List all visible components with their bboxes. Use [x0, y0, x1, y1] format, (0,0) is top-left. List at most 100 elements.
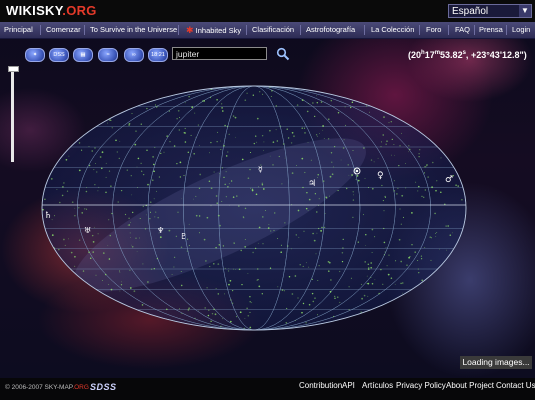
- star: [262, 216, 264, 218]
- star: [256, 117, 259, 120]
- star: [247, 177, 250, 179]
- star: [303, 230, 305, 232]
- star: [181, 198, 183, 200]
- footer-link-articulos[interactable]: Artículos: [362, 381, 393, 390]
- star: [252, 94, 254, 96]
- footer-link-privacy[interactable]: Privacy Policy: [396, 381, 446, 390]
- star: [315, 95, 317, 97]
- star: [68, 155, 70, 157]
- star: [331, 161, 333, 163]
- star: [391, 138, 393, 141]
- star: [307, 210, 309, 211]
- star: [154, 216, 156, 218]
- star: [109, 234, 112, 237]
- star: [153, 170, 155, 173]
- star: [421, 195, 423, 197]
- star: [366, 283, 368, 285]
- star: [107, 245, 109, 246]
- uranus-icon[interactable]: ♅: [84, 226, 91, 235]
- star: [187, 238, 189, 240]
- sdss-logo[interactable]: SDSS: [90, 382, 117, 392]
- star: [208, 309, 210, 311]
- mars-icon[interactable]: ♂: [445, 175, 453, 185]
- star: [84, 208, 86, 210]
- copyright-text: © 2006-2007 SKY-MAP.ORG: [5, 384, 89, 391]
- star: [343, 139, 345, 141]
- venus-icon[interactable]: ♀: [377, 171, 384, 181]
- star: [225, 196, 227, 198]
- star: [417, 268, 419, 270]
- star: [173, 256, 176, 258]
- star: [291, 131, 294, 134]
- star: [186, 250, 188, 252]
- star: [251, 302, 253, 304]
- star: [224, 124, 226, 127]
- star: [366, 275, 368, 277]
- star: [209, 265, 211, 268]
- star: [278, 155, 280, 158]
- star: [86, 208, 88, 210]
- star: [180, 284, 183, 287]
- star: [281, 183, 283, 185]
- star: [302, 302, 305, 305]
- star: [312, 232, 314, 235]
- star: [320, 230, 322, 232]
- star: [342, 238, 344, 240]
- footer-link-api[interactable]: API: [342, 381, 355, 390]
- star: [302, 186, 304, 189]
- star: [104, 273, 107, 276]
- star: [371, 228, 374, 231]
- sky-map[interactable]: ♀ ♂ ♃ ☿ ♄ ♅ ♆ ♇: [0, 0, 535, 400]
- saturn-icon[interactable]: ♄: [44, 211, 52, 221]
- star: [440, 157, 442, 159]
- star: [380, 141, 383, 143]
- star: [427, 176, 429, 178]
- star: [232, 115, 235, 117]
- star: [235, 136, 236, 138]
- star: [386, 140, 388, 142]
- star: [181, 312, 183, 314]
- star: [286, 307, 288, 309]
- star: [198, 215, 201, 217]
- star: [331, 173, 334, 176]
- jupiter-icon[interactable]: ♃: [308, 179, 316, 189]
- star: [345, 124, 347, 126]
- star: [281, 289, 284, 291]
- star: [195, 137, 196, 138]
- star: [128, 124, 130, 126]
- star: [445, 225, 447, 227]
- star: [360, 311, 362, 313]
- star: [401, 194, 404, 197]
- star: [328, 261, 331, 264]
- neptune-icon[interactable]: ♆: [157, 226, 164, 235]
- star: [327, 138, 330, 140]
- star: [135, 130, 137, 132]
- star: [308, 198, 311, 201]
- star: [63, 238, 65, 241]
- star: [399, 145, 401, 147]
- star: [91, 234, 94, 237]
- star: [374, 279, 376, 281]
- footer-link-contact[interactable]: Contact Us: [496, 381, 535, 390]
- star: [98, 186, 100, 188]
- star: [216, 141, 218, 143]
- star: [368, 266, 370, 268]
- star: [222, 318, 224, 320]
- star: [418, 156, 420, 158]
- pluto-icon[interactable]: ♇: [180, 232, 187, 241]
- star: [230, 299, 232, 301]
- star: [129, 221, 131, 223]
- star: [299, 264, 301, 266]
- footer-link-about[interactable]: About Project: [446, 381, 494, 390]
- star: [198, 232, 201, 234]
- star: [301, 127, 303, 129]
- mercury-icon[interactable]: ☿: [258, 165, 263, 174]
- footer-link-contribution[interactable]: Contribution: [299, 381, 342, 390]
- star: [246, 92, 248, 94]
- star: [184, 141, 187, 143]
- star: [348, 174, 350, 176]
- star: [155, 211, 157, 213]
- star: [350, 277, 352, 279]
- star: [270, 230, 272, 232]
- star: [136, 166, 138, 168]
